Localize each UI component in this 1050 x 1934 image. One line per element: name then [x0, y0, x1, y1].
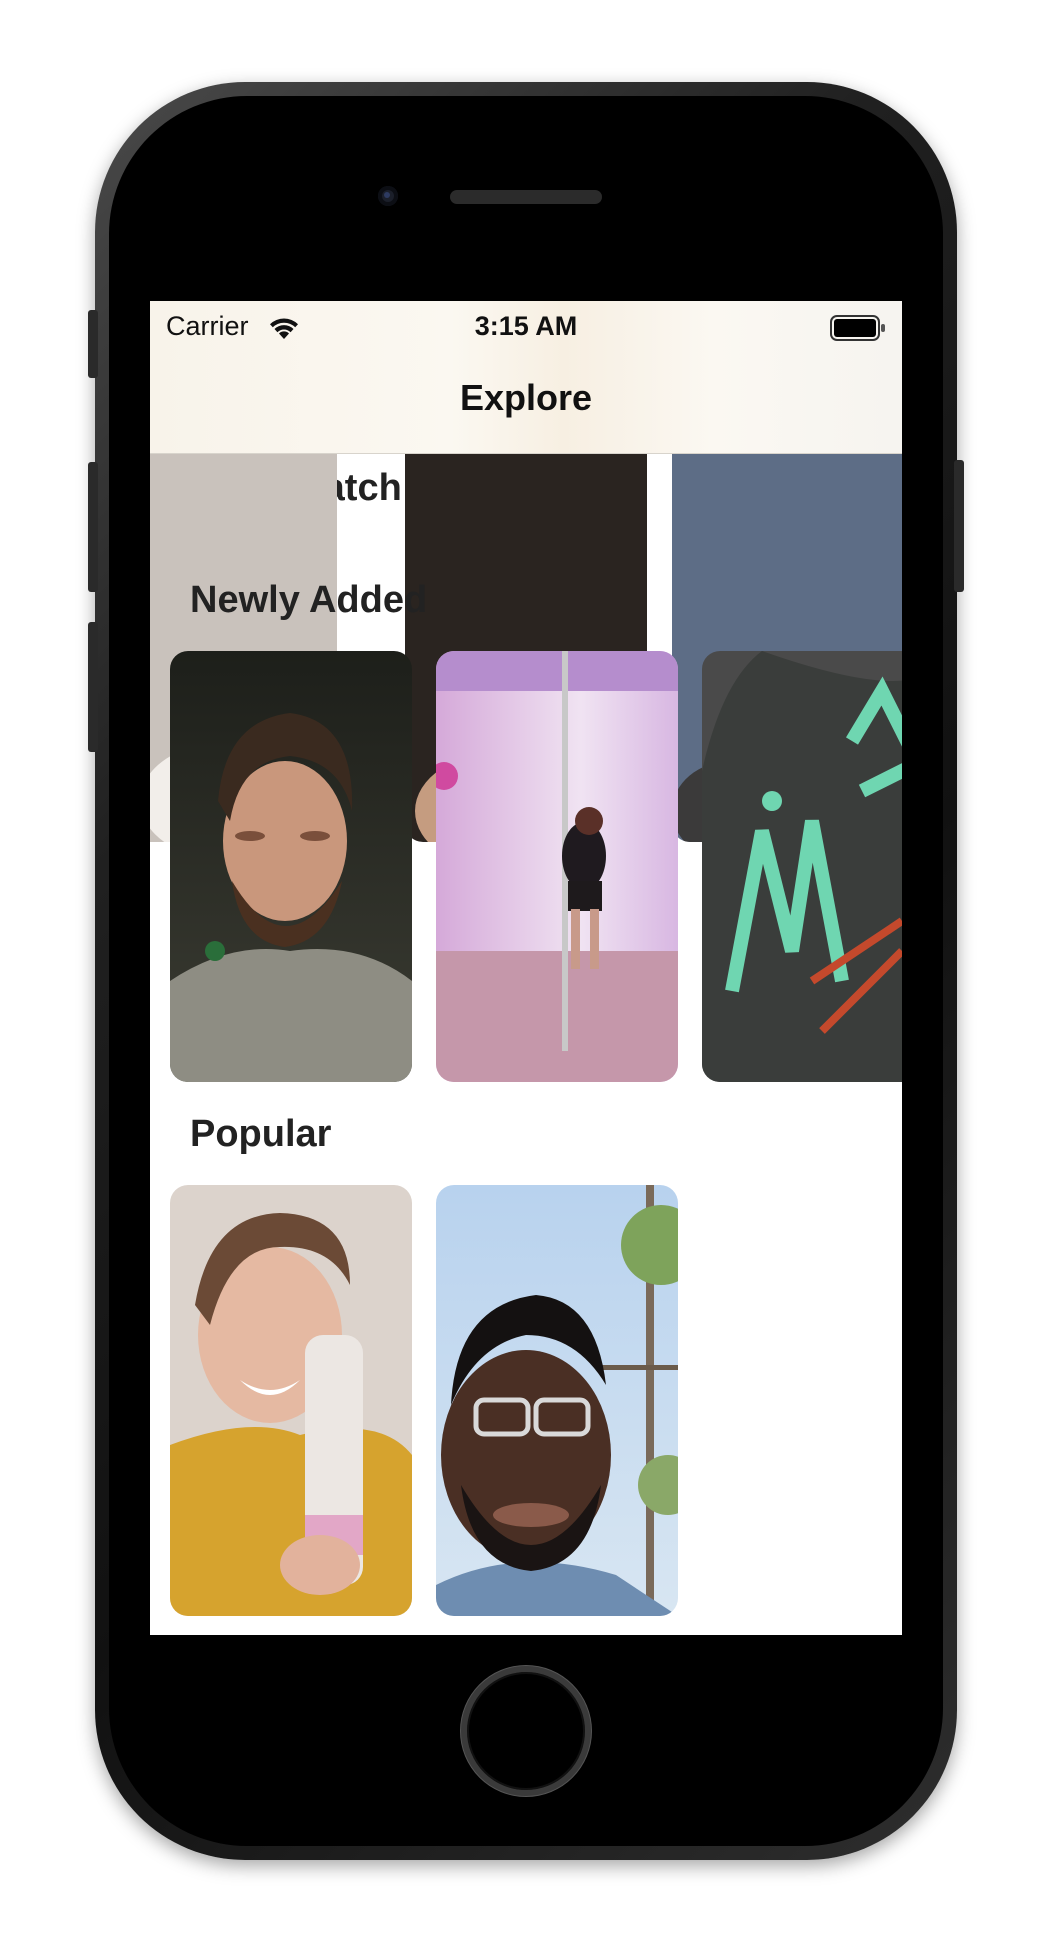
thumbnail-image — [170, 651, 412, 1082]
home-button[interactable] — [461, 1666, 591, 1796]
silent-switch — [88, 310, 98, 378]
volume-down-button — [88, 622, 98, 752]
thumbnail-image — [170, 1185, 412, 1616]
battery-icon — [830, 315, 885, 341]
screen: Carrier 3:15 AM Explore Must Watch — [150, 301, 902, 1635]
thumbnail-image — [702, 651, 902, 1082]
thumbnail-newly-added-2[interactable] — [436, 651, 678, 1082]
thumbnail-image — [436, 1185, 678, 1616]
page-title: Explore — [459, 377, 593, 418]
navigation-bar: Carrier 3:15 AM Explore — [150, 301, 902, 454]
thumbnail-image — [436, 651, 678, 1082]
section-heading-newly-added: Newly Added — [190, 579, 428, 621]
thumbnail-popular-1[interactable] — [170, 1185, 412, 1616]
thumbnail-popular-2[interactable] — [436, 1185, 678, 1616]
thumbnail-newly-added-1[interactable] — [170, 651, 412, 1082]
volume-up-button — [88, 462, 98, 592]
thumbnail-newly-added-3[interactable] — [702, 651, 902, 1082]
status-bar: Carrier 3:15 AM — [150, 301, 902, 357]
power-button — [954, 460, 964, 592]
status-time: 3:15 AM — [474, 311, 578, 341]
earpiece-speaker — [450, 190, 602, 204]
front-camera — [378, 186, 398, 206]
section-heading-popular: Popular — [190, 1113, 332, 1155]
